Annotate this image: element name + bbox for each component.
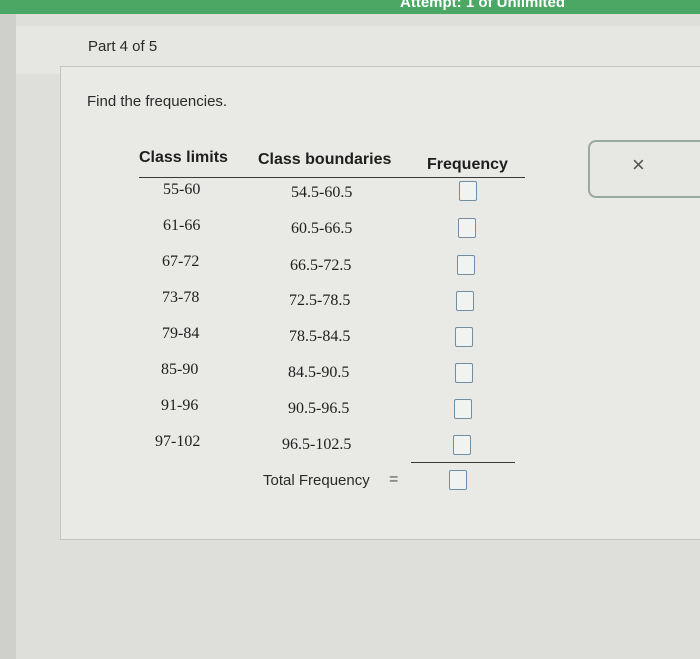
frequency-input-2[interactable] [458, 218, 476, 238]
part-label: Part 4 of 5 [88, 38, 158, 55]
frequency-input-8[interactable] [453, 435, 471, 455]
attempt-counter: Attempt: 1 of Unlimited [400, 0, 565, 11]
class-boundaries-cell: 66.5-72.5 [290, 257, 352, 274]
class-boundaries-cell: 84.5-90.5 [288, 364, 350, 381]
class-boundaries-cell: 78.5-84.5 [289, 328, 351, 345]
question-panel: Find the frequencies. Class limits Class… [60, 66, 700, 540]
class-limits-cell: 55-60 [163, 181, 201, 198]
frequency-input-7[interactable] [454, 399, 472, 419]
class-limits-cell: 79-84 [162, 325, 200, 342]
class-limits-cell: 97-102 [155, 433, 201, 450]
column-header-class-limits: Class limits [139, 149, 228, 166]
total-frequency-input[interactable] [449, 470, 467, 490]
column-header-class-boundaries: Class boundaries [258, 151, 392, 168]
answer-side-panel: × [588, 140, 700, 198]
class-limits-cell: 67-72 [162, 253, 200, 270]
class-limits-cell: 85-90 [161, 361, 199, 378]
question-page: Part 4 of 5 Find the frequencies. Class … [16, 14, 700, 659]
header-divider [139, 177, 525, 178]
frequency-input-6[interactable] [455, 363, 473, 383]
frequency-input-5[interactable] [455, 327, 473, 347]
total-divider [411, 462, 515, 463]
class-limits-cell: 73-78 [162, 289, 200, 306]
frequency-input-1[interactable] [459, 181, 477, 201]
class-boundaries-cell: 90.5-96.5 [288, 400, 350, 417]
top-bar: Attempt: 1 of Unlimited [0, 0, 700, 14]
frequency-input-3[interactable] [457, 255, 475, 275]
class-boundaries-cell: 72.5-78.5 [289, 292, 351, 309]
column-header-frequency: Frequency [427, 156, 508, 173]
instruction-text: Find the frequencies. [87, 93, 228, 110]
class-boundaries-cell: 96.5-102.5 [282, 436, 352, 453]
frequency-input-4[interactable] [456, 291, 474, 311]
equals-sign: = [389, 471, 399, 488]
class-boundaries-cell: 54.5-60.5 [291, 184, 353, 201]
total-frequency-label: Total Frequency [263, 472, 370, 489]
class-limits-cell: 61-66 [163, 217, 201, 234]
class-limits-cell: 91-96 [161, 397, 199, 414]
class-boundaries-cell: 60.5-66.5 [291, 220, 353, 237]
close-icon[interactable]: × [632, 152, 645, 178]
